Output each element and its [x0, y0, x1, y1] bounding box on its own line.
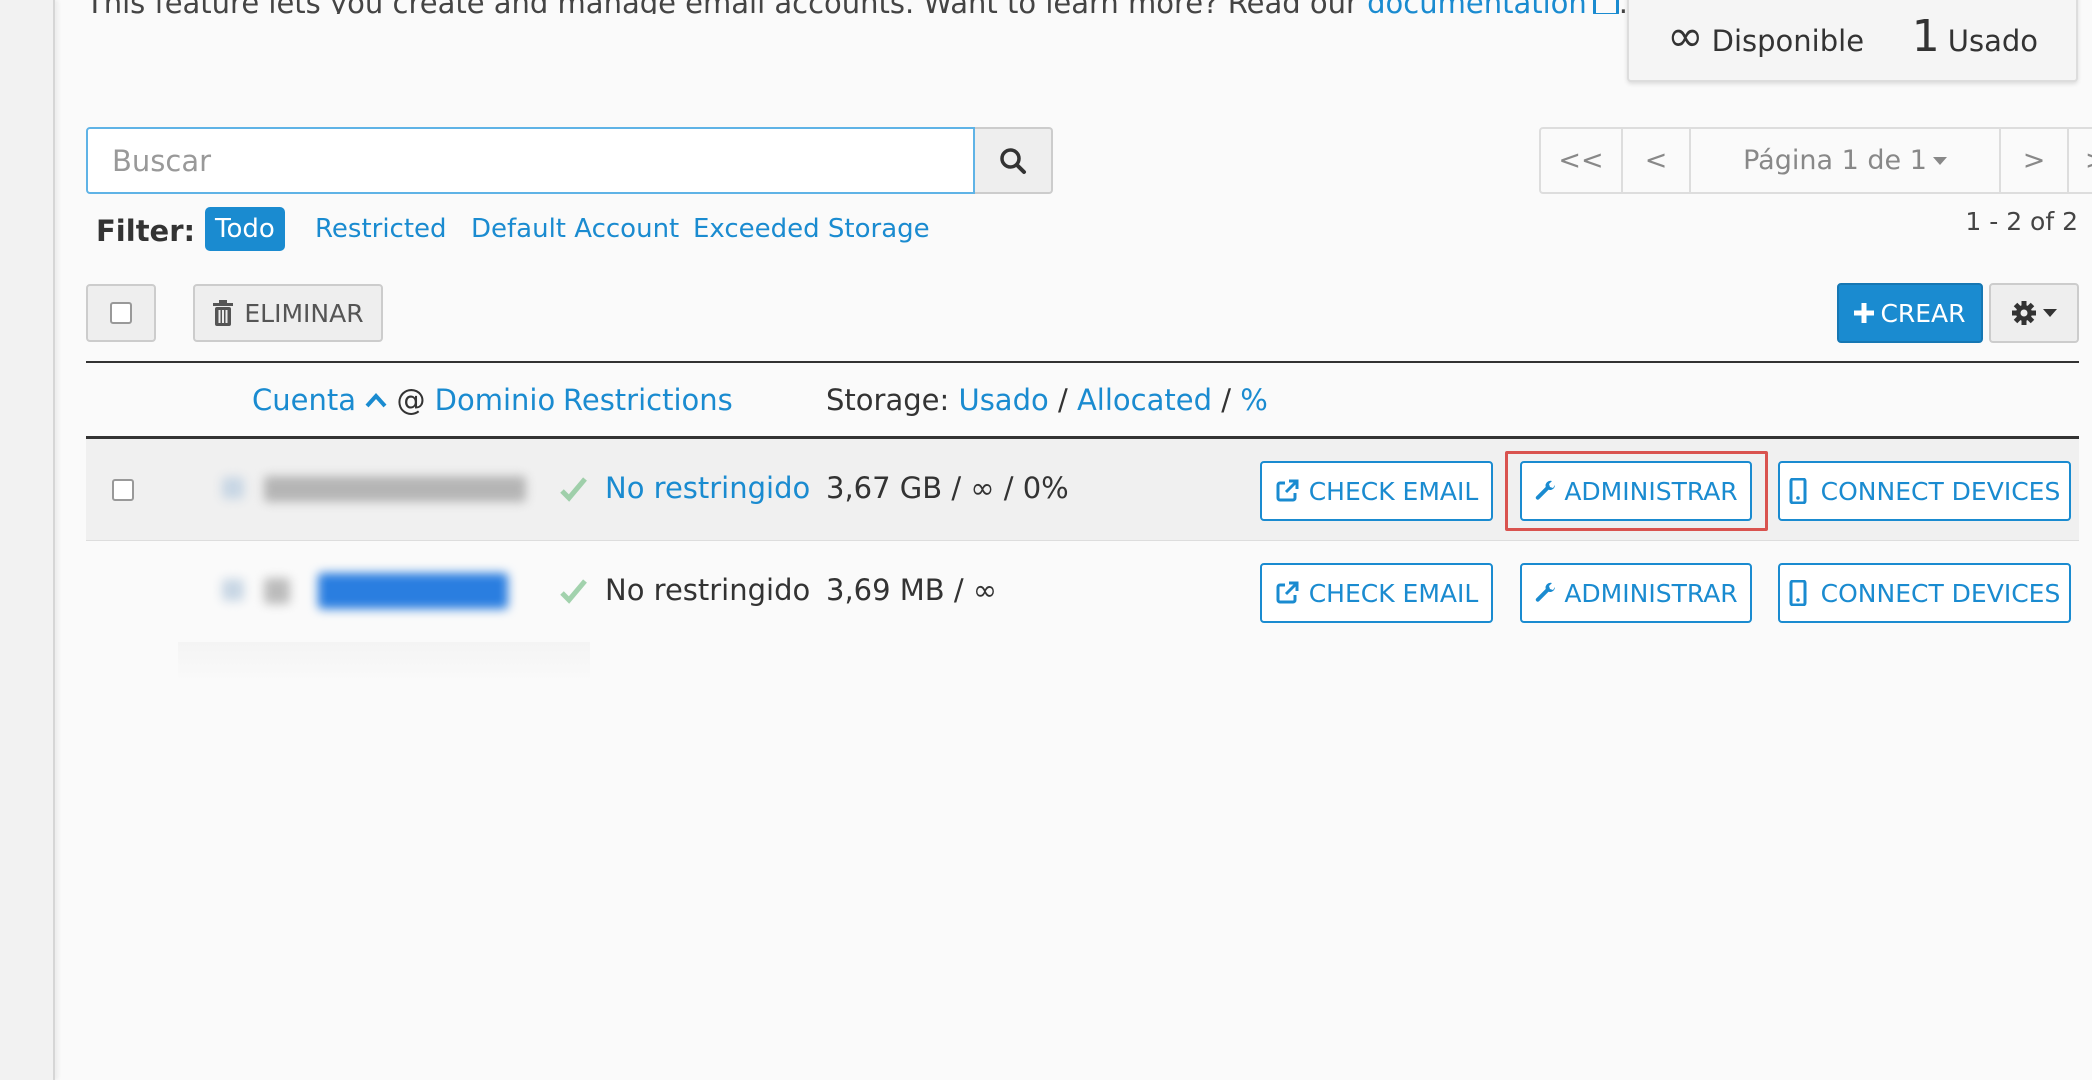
external-link-icon — [1592, 0, 1619, 14]
header-restrictions: Restrictions — [563, 383, 733, 417]
used-value: 1 — [1911, 11, 1940, 62]
last-page-button[interactable]: >> — [2069, 129, 2092, 192]
connect-devices-button[interactable]: CONNECT DEVICES — [1778, 563, 2071, 623]
chevron-up-icon[interactable] — [365, 392, 387, 408]
filter-exceeded-storage[interactable]: Exceeded Storage — [693, 207, 930, 251]
wrench-icon — [1536, 480, 1556, 500]
available-label: Disponible — [1711, 24, 1865, 58]
check-email-label: CHECK EMAIL — [1308, 476, 1479, 506]
available-value: ∞ — [1667, 11, 1704, 62]
gear-icon — [2012, 301, 2036, 325]
administrar-label: ADMINISTRAR — [1564, 476, 1738, 506]
sort-by-allocated[interactable]: Allocated — [1077, 383, 1212, 417]
search-icon — [1000, 147, 1026, 174]
account-stats-box: ∞ Disponible 1 Usado — [1627, 0, 2078, 82]
storage-sep-1: / — [1057, 383, 1068, 417]
account-name-blurred — [264, 578, 290, 604]
sort-by-used[interactable]: Usado — [958, 383, 1048, 417]
caret-down-icon — [2043, 309, 2057, 317]
table-row: No restringido 3,67 GB / ∞ / 0% CHECK EM… — [86, 439, 2079, 542]
delete-label: ELIMINAR — [244, 298, 364, 328]
trash-icon — [213, 300, 234, 326]
intro-sentence: This feature lets you create and manage … — [86, 0, 1367, 14]
account-icon-blurred — [222, 579, 244, 601]
prev-page-button[interactable]: < — [1623, 129, 1691, 192]
search-input[interactable] — [86, 127, 975, 194]
search-button[interactable] — [975, 127, 1053, 194]
administrar-button[interactable]: ADMINISTRAR — [1520, 563, 1752, 623]
left-sidebar-edge — [0, 0, 55, 1080]
used-label: Usado — [1947, 24, 2038, 58]
create-label: CREAR — [1880, 298, 1966, 328]
delete-button[interactable]: ELIMINAR — [193, 284, 383, 342]
select-all-checkbox[interactable] — [86, 284, 156, 342]
checkbox — [110, 302, 132, 324]
account-cell-redacted — [196, 541, 608, 642]
sort-by-percent[interactable]: % — [1240, 383, 1268, 417]
results-range: 1 - 2 of 2 — [1965, 207, 2078, 236]
administrar-label: ADMINISTRAR — [1564, 578, 1738, 608]
sort-by-account[interactable]: Cuenta — [252, 383, 356, 417]
create-button[interactable]: CREAR — [1837, 283, 1983, 343]
pagination: << < Página 1 de 1 > >> — [1539, 127, 2092, 194]
redaction-fade — [178, 642, 590, 682]
storage-usage: 3,67 GB / ∞ / 0% — [826, 471, 1069, 505]
header-storage: Storage: Usado / Allocated / % — [826, 383, 1268, 417]
storage-usage: 3,69 MB / ∞ — [826, 573, 998, 607]
account-name-blurred — [264, 476, 526, 502]
storage-sep-2: / — [1221, 383, 1231, 417]
check-email-button[interactable]: CHECK EMAIL — [1260, 563, 1493, 623]
sort-by-domain[interactable]: Dominio — [435, 383, 556, 417]
storage-prefix: Storage: — [826, 383, 950, 417]
mobile-phone-icon — [1789, 580, 1807, 606]
checkmark-icon — [560, 579, 587, 604]
sort-by-restrictions[interactable]: Restrictions — [563, 383, 733, 417]
filter-default-account[interactable]: Default Account — [471, 207, 679, 251]
checkmark-icon — [560, 477, 587, 502]
mobile-phone-icon — [1789, 478, 1807, 504]
connect-devices-label: CONNECT DEVICES — [1820, 476, 2061, 506]
header-account-domain: Cuenta @ Dominio — [252, 383, 555, 417]
connect-devices-button[interactable]: CONNECT DEVICES — [1778, 461, 2071, 521]
table-top-divider — [86, 361, 2079, 363]
connect-devices-label: CONNECT DEVICES — [1820, 578, 2061, 608]
at-sign: @ — [396, 383, 426, 417]
first-page-button[interactable]: << — [1541, 129, 1623, 192]
page-select[interactable]: Página 1 de 1 — [1691, 129, 2001, 192]
checkbox — [112, 479, 134, 501]
external-link-icon — [1276, 479, 1299, 502]
restriction-status-link[interactable]: No restringido — [605, 471, 810, 505]
row-checkbox[interactable] — [112, 479, 134, 501]
check-email-button[interactable]: CHECK EMAIL — [1260, 461, 1493, 521]
plus-icon — [1854, 303, 1875, 323]
filter-todo[interactable]: Todo — [205, 207, 285, 251]
wrench-icon — [1536, 582, 1556, 602]
stat-used: 1 Usado — [1912, 15, 2038, 59]
filter-label: Filter: — [96, 214, 196, 248]
administrar-button[interactable]: ADMINISTRAR — [1520, 461, 1752, 521]
account-cell-redacted — [196, 439, 608, 540]
table-row: No restringido 3,69 MB / ∞ CHECK EMAIL A… — [86, 541, 2079, 642]
restriction-status: No restringido — [605, 573, 811, 607]
page-label: Página 1 de 1 — [1743, 145, 1927, 176]
account-domain-blurred — [318, 573, 508, 609]
settings-dropdown-button[interactable] — [1989, 283, 2079, 343]
account-icon-blurred — [222, 477, 244, 499]
external-link-icon — [1276, 581, 1299, 604]
intro-text: This feature lets you create and manage … — [86, 0, 1628, 14]
filter-restricted[interactable]: Restricted — [315, 207, 447, 251]
caret-down-icon — [1932, 156, 1947, 165]
check-email-label: CHECK EMAIL — [1308, 578, 1479, 608]
stat-available: ∞ Disponible — [1667, 15, 1864, 59]
next-page-button[interactable]: > — [2001, 129, 2069, 192]
documentation-link[interactable]: documentation — [1367, 0, 1587, 14]
